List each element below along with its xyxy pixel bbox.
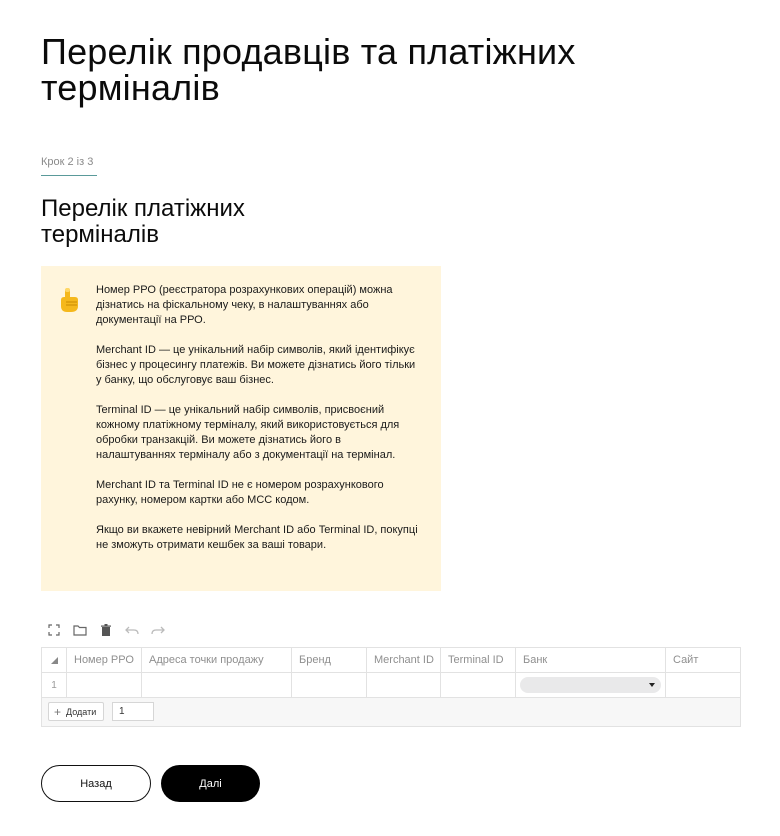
bank-select[interactable] (520, 677, 661, 693)
cell-brand[interactable] (292, 673, 367, 698)
info-paragraph-merchant-id: Merchant ID — це унікальний набір символ… (96, 344, 416, 386)
trash-icon[interactable] (98, 622, 114, 638)
terminals-grid: Номер РРО Адреса точки продажу Бренд Mer… (41, 647, 741, 727)
step-indicator: Крок 2 із 3 (41, 156, 94, 168)
fullscreen-icon[interactable] (46, 622, 62, 638)
add-row-label: Додати (66, 706, 97, 717)
folder-icon[interactable] (72, 622, 88, 638)
info-paragraph-terminal-id: Terminal ID — це унікальний набір символ… (96, 404, 400, 461)
info-paragraph-rro: Номер РРО (реєстратора розрахункових опе… (96, 284, 393, 326)
page-title: Перелік продавців та платіжних терміналі… (41, 31, 576, 108)
cell-address[interactable] (142, 673, 292, 698)
add-row-button[interactable]: + Додати (48, 702, 104, 721)
column-header-address[interactable]: Адреса точки продажу (142, 648, 292, 673)
info-paragraph-not-account: Merchant ID та Terminal ID не є номером … (96, 479, 384, 506)
plus-icon: + (54, 704, 62, 719)
redo-icon[interactable] (150, 622, 166, 638)
cell-bank (516, 673, 666, 698)
select-all-corner[interactable] (42, 648, 67, 673)
add-row-count-input[interactable] (112, 702, 154, 721)
step-progress-line (41, 175, 97, 176)
row-number[interactable]: 1 (42, 673, 67, 698)
info-box: Номер РРО (реєстратора розрахункових опе… (41, 266, 441, 591)
cell-merchant-id[interactable] (367, 673, 441, 698)
grid-toolbar (46, 622, 166, 638)
cell-rro[interactable] (67, 673, 142, 698)
pointing-up-hand-icon (57, 286, 81, 314)
column-header-merchant-id[interactable]: Merchant ID (367, 648, 441, 673)
cell-site[interactable] (666, 673, 740, 698)
column-header-brand[interactable]: Бренд (292, 648, 367, 673)
next-button[interactable]: Далі (161, 765, 260, 802)
info-paragraph-warning: Якщо ви вкажете невірний Merchant ID або… (96, 524, 418, 551)
section-title: Перелік платіжних терміналів (41, 195, 245, 248)
grid-footer: + Додати (42, 698, 740, 726)
table-row: 1 (42, 673, 740, 698)
column-header-bank[interactable]: Банк (516, 648, 666, 673)
grid-header-row: Номер РРО Адреса точки продажу Бренд Mer… (42, 648, 740, 673)
info-text: Номер РРО (реєстратора розрахункових опе… (96, 283, 421, 568)
undo-icon[interactable] (124, 622, 140, 638)
back-button[interactable]: Назад (41, 765, 151, 802)
column-header-site[interactable]: Сайт (666, 648, 740, 673)
cell-terminal-id[interactable] (441, 673, 516, 698)
column-header-terminal-id[interactable]: Terminal ID (441, 648, 516, 673)
chevron-down-icon (649, 683, 655, 687)
column-header-rro[interactable]: Номер РРО (67, 648, 142, 673)
